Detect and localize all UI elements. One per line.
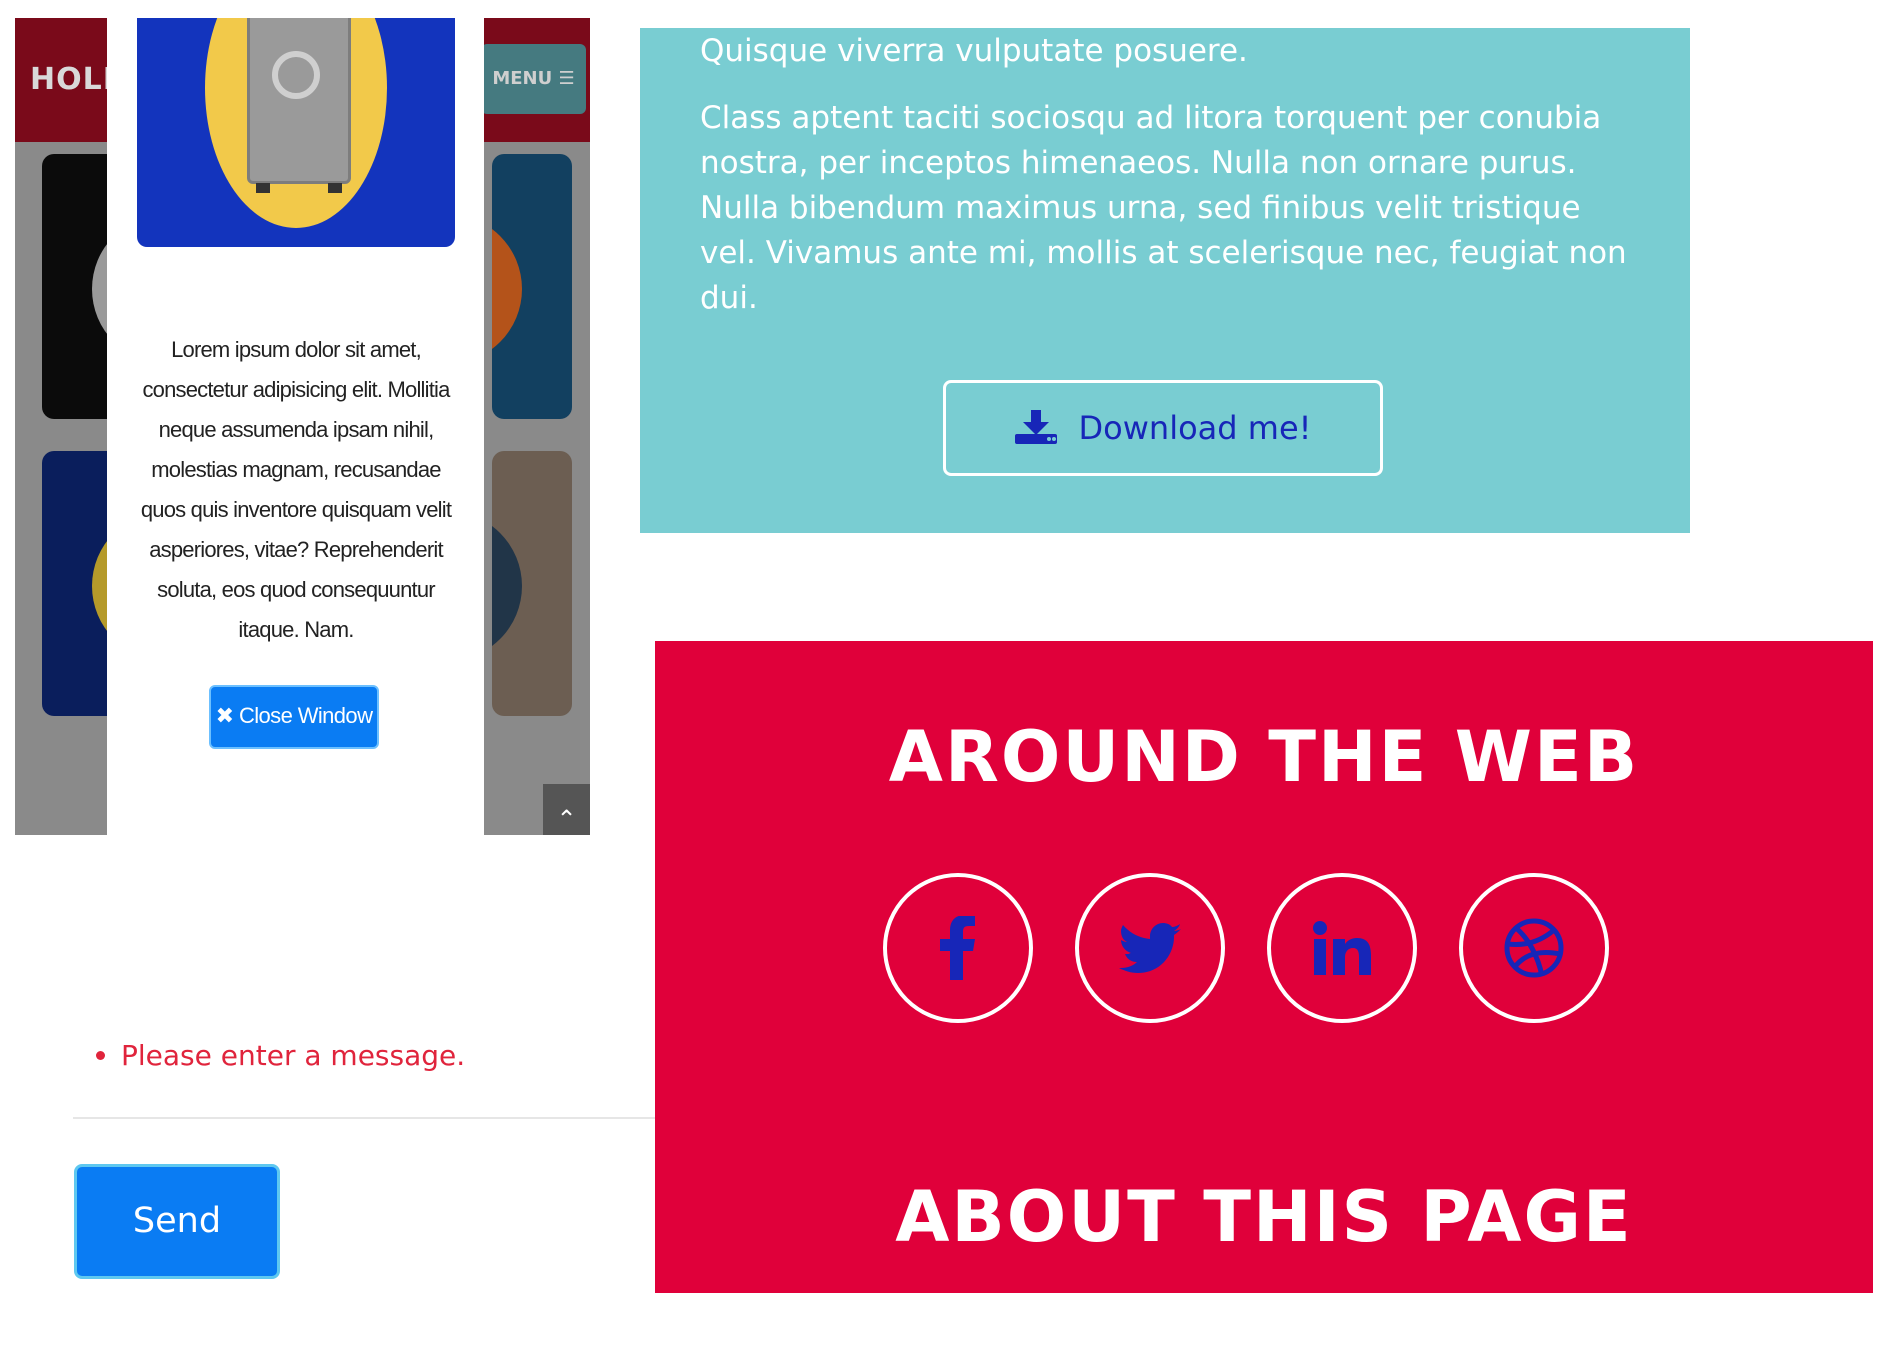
linkedin-icon bbox=[1313, 921, 1371, 975]
portfolio-modal: Lorem ipsum dolor sit amet, consectetur … bbox=[107, 18, 484, 835]
info-paragraph-2: Class aptent taciti sociosqu ad litora t… bbox=[700, 100, 1627, 316]
form-error-item: Please enter a message. bbox=[96, 1036, 465, 1076]
footer-section: AROUND THE WEB ABOUT THIS PAGE bbox=[655, 641, 1873, 1293]
send-button[interactable]: Send bbox=[74, 1164, 280, 1279]
scroll-top-button[interactable]: ⌃ bbox=[543, 784, 590, 835]
download-label: Download me! bbox=[1078, 409, 1312, 447]
linkedin-link[interactable] bbox=[1267, 873, 1417, 1023]
around-the-web-heading: AROUND THE WEB bbox=[888, 716, 1640, 798]
safe-icon bbox=[247, 18, 351, 193]
facebook-icon bbox=[940, 916, 975, 980]
form-error-list: Please enter a message. bbox=[96, 1036, 465, 1076]
modal-description: Lorem ipsum dolor sit amet, consectetur … bbox=[140, 337, 452, 642]
form-error-text: Please enter a message. bbox=[121, 1039, 466, 1072]
portfolio-tile[interactable] bbox=[492, 451, 572, 716]
phone-screenshot: HOLBE MENU ☰ ⌃ Lorem ipsum dolor sit ame… bbox=[15, 18, 590, 835]
dribbble-link[interactable] bbox=[1459, 873, 1609, 1023]
safe-dial bbox=[272, 51, 320, 99]
info-paragraph-1: Quisque viverra vulputate posuere. bbox=[700, 33, 1248, 69]
menu-button[interactable]: MENU ☰ bbox=[481, 44, 586, 114]
close-window-button[interactable]: ✖ Close Window bbox=[209, 685, 379, 749]
about-this-page-heading: ABOUT THIS PAGE bbox=[895, 1176, 1633, 1258]
download-icon bbox=[1014, 410, 1057, 444]
twitter-link[interactable] bbox=[1075, 873, 1225, 1023]
modal-image bbox=[137, 18, 455, 247]
twitter-icon bbox=[1119, 923, 1181, 973]
form-divider bbox=[73, 1117, 655, 1119]
facebook-link[interactable] bbox=[883, 873, 1033, 1023]
portfolio-tile[interactable] bbox=[492, 154, 572, 419]
info-section: Quisque viverra vulputate posuere. Class… bbox=[640, 28, 1690, 533]
download-button[interactable]: Download me! bbox=[943, 380, 1383, 476]
dribbble-icon bbox=[1504, 918, 1564, 978]
